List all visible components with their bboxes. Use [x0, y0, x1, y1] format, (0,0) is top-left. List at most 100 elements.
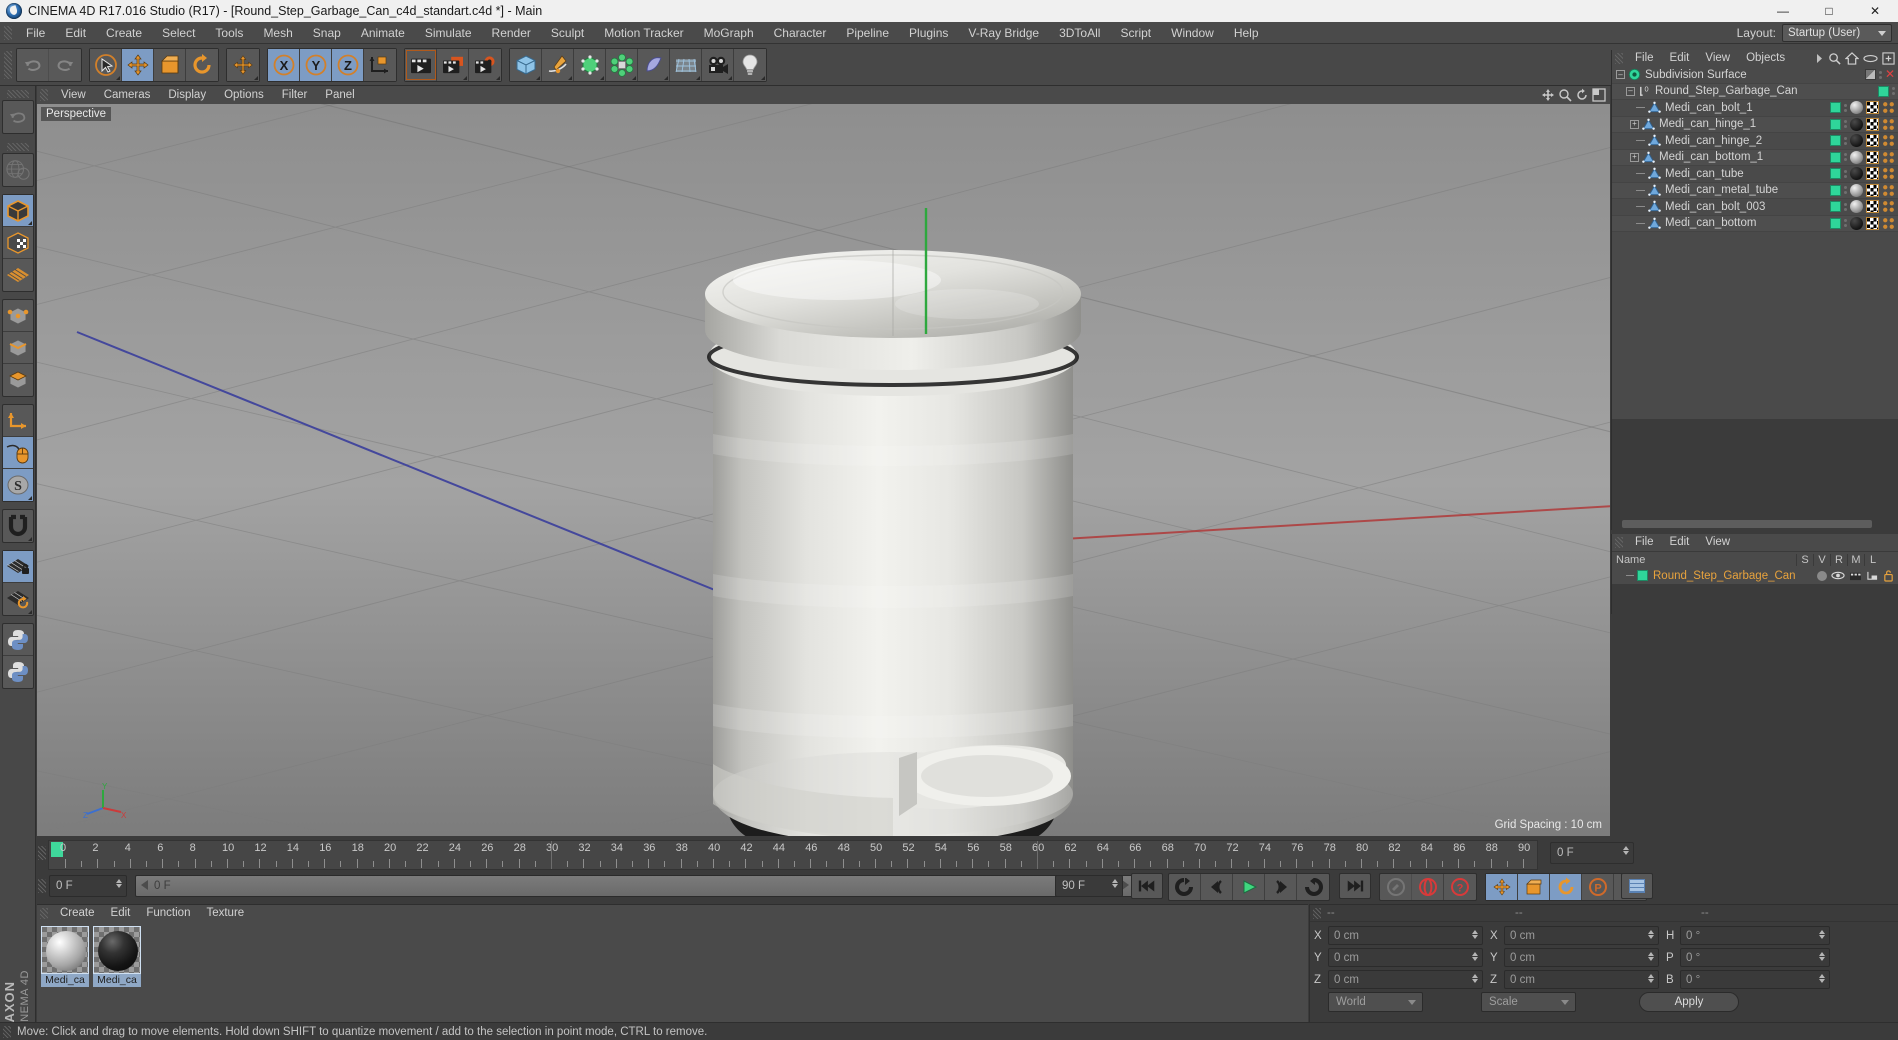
search-icon[interactable] [1828, 52, 1841, 65]
uv-tag-icon[interactable] [1882, 151, 1895, 164]
object-row-medi-can-metal-tube[interactable]: Medi_can_metal_tube [1612, 182, 1898, 199]
visibility-ellipse-icon[interactable] [1863, 53, 1878, 64]
uv-tag-icon[interactable] [1882, 118, 1895, 131]
uv-tag-icon[interactable] [1882, 217, 1895, 230]
material-chip-icon[interactable] [1830, 151, 1841, 163]
material-preview[interactable] [41, 926, 89, 974]
material-chip-icon[interactable] [1830, 201, 1841, 213]
visibility-dots-icon[interactable] [1844, 219, 1847, 228]
layout-dropdown[interactable]: Startup (User) [1782, 24, 1892, 42]
layer-color-chip[interactable] [1637, 570, 1648, 581]
pan-view-icon[interactable] [1541, 88, 1555, 102]
parameter-key-button[interactable]: P [1582, 874, 1614, 900]
visibility-dots-icon[interactable] [1844, 169, 1847, 178]
stepper-icon[interactable] [1819, 930, 1825, 939]
apply-button[interactable]: Apply [1639, 992, 1739, 1012]
timeline-ruler[interactable]: 0 2 4 6 8 10 12 14 16 18 20 22 24 26 28 30 32 34 36 38 40 42 4… [48, 840, 1538, 870]
viewport-solo-mouse-icon[interactable] [2, 437, 33, 469]
add-camera-button[interactable] [702, 48, 734, 81]
visibility-dots-icon[interactable] [1844, 136, 1847, 145]
add-spline-button[interactable] [542, 48, 574, 81]
menu-item-file[interactable]: File [16, 22, 55, 44]
visibility-dots-icon[interactable] [1844, 202, 1847, 211]
move-tool-button[interactable] [122, 48, 154, 81]
range-start-handle-icon[interactable] [141, 880, 148, 890]
menu-item-tools[interactable]: Tools [205, 22, 253, 44]
workplane-mode-button[interactable] [3, 259, 33, 291]
coord-position-y-field[interactable]: 0 cm [1328, 948, 1483, 967]
step-back-button[interactable] [1201, 874, 1233, 900]
object-row-medi-can-hinge-1[interactable]: + Medi_can_hinge_1 [1612, 116, 1898, 133]
visibility-dots-icon[interactable] [1844, 120, 1847, 129]
menu-item-sculpt[interactable]: Sculpt [541, 22, 594, 44]
layer-row[interactable]: Round_Step_Garbage_Can [1612, 567, 1898, 584]
python-script-1-button[interactable] [2, 624, 33, 656]
live-selection-tool-button[interactable] [90, 48, 122, 81]
visibility-dots-icon[interactable] [1844, 153, 1847, 162]
render-settings-button[interactable] [469, 48, 501, 81]
play-forward-loop-button[interactable] [1297, 874, 1329, 900]
add-environment-button[interactable] [670, 48, 702, 81]
autokey-button[interactable] [1412, 874, 1444, 900]
texture-mode-button[interactable] [2, 227, 33, 259]
rotate-view-icon[interactable] [1575, 88, 1589, 102]
object-tree[interactable]: – Subdivision Surface ✕ – 0 Round_Step_G… [1612, 67, 1898, 419]
menu-item-simulate[interactable]: Simulate [415, 22, 482, 44]
material-menu-function[interactable]: Function [138, 905, 198, 922]
add-light-button[interactable] [734, 48, 766, 81]
coord-position-x-field[interactable]: 0 cm [1328, 926, 1483, 945]
play-button[interactable] [1233, 874, 1265, 900]
material-tag-icon[interactable] [1850, 216, 1863, 230]
minimize-button[interactable]: — [1760, 0, 1806, 22]
expander-toggle[interactable]: + [1630, 152, 1639, 162]
step-forward-button[interactable] [1265, 874, 1297, 900]
lock-toggle-icon[interactable] [1883, 569, 1894, 582]
coord-size-z-field[interactable]: 0 cm [1504, 970, 1659, 989]
object-row-round-step-garbage-can[interactable]: – 0 Round_Step_Garbage_Can [1612, 83, 1898, 100]
stepper-icon[interactable] [116, 879, 122, 888]
points-mode-button[interactable] [2, 300, 33, 332]
scale-tool-button[interactable] [154, 48, 186, 81]
model-mode-button[interactable] [2, 195, 33, 227]
material-preview[interactable] [93, 926, 141, 974]
texture-tag-icon[interactable] [1866, 183, 1879, 197]
menu-item-snap[interactable]: Snap [303, 22, 351, 44]
add-cube-button[interactable] [510, 48, 542, 81]
menu-item-script[interactable]: Script [1110, 22, 1161, 44]
object-manager-horizontal-scrollbar[interactable] [1612, 518, 1898, 530]
edges-mode-button[interactable] [2, 332, 33, 364]
material-menu-texture[interactable]: Texture [198, 905, 252, 922]
viewport-3d-canvas[interactable]: Perspective Grid Spacing : 10 cm Y X Z [37, 104, 1610, 836]
globe-axis-icon[interactable] [3, 154, 33, 186]
object-row-medi-can-bolt-1[interactable]: Medi_can_bolt_1 [1612, 100, 1898, 117]
visibility-dots-icon[interactable] [1844, 103, 1847, 112]
play-reverse-loop-button[interactable] [1169, 874, 1201, 900]
stepper-icon[interactable] [1648, 952, 1654, 961]
end-frame-field[interactable]: 90 F [1055, 875, 1123, 897]
material-tag-icon[interactable] [1850, 134, 1863, 148]
material-tag-icon[interactable] [1850, 101, 1863, 115]
coord-size-x-field[interactable]: 0 cm [1504, 926, 1659, 945]
menu-item-mograph[interactable]: MoGraph [694, 22, 764, 44]
texture-tag-icon[interactable] [1866, 101, 1879, 115]
record-key-button[interactable] [1380, 874, 1412, 900]
add-nurbs-button[interactable] [574, 48, 606, 81]
uv-tag-icon[interactable] [1882, 134, 1895, 147]
move-axis-button[interactable] [227, 48, 259, 81]
texture-tag-icon[interactable] [1866, 216, 1879, 230]
stepper-icon[interactable] [1112, 879, 1118, 888]
menu-item-character[interactable]: Character [764, 22, 837, 44]
stepper-icon[interactable] [1648, 974, 1654, 983]
visibility-dots-icon[interactable] [1844, 186, 1847, 195]
stepper-icon[interactable] [1472, 930, 1478, 939]
visibility-dots-icon[interactable] [1892, 87, 1895, 96]
key-selection-button[interactable]: ? [1444, 874, 1476, 900]
object-row-medi-can-bolt-003[interactable]: Medi_can_bolt_003 [1612, 199, 1898, 216]
uv-tag-icon[interactable] [1882, 101, 1895, 114]
object-manager-menu-file[interactable]: File [1627, 50, 1662, 67]
new-layer-icon[interactable] [1882, 52, 1895, 65]
menu-item-3dtoall[interactable]: 3DToAll [1049, 22, 1110, 44]
viewport-menu-view[interactable]: View [52, 86, 95, 104]
menu-item-create[interactable]: Create [96, 22, 152, 44]
material-menu-edit[interactable]: Edit [103, 905, 139, 922]
